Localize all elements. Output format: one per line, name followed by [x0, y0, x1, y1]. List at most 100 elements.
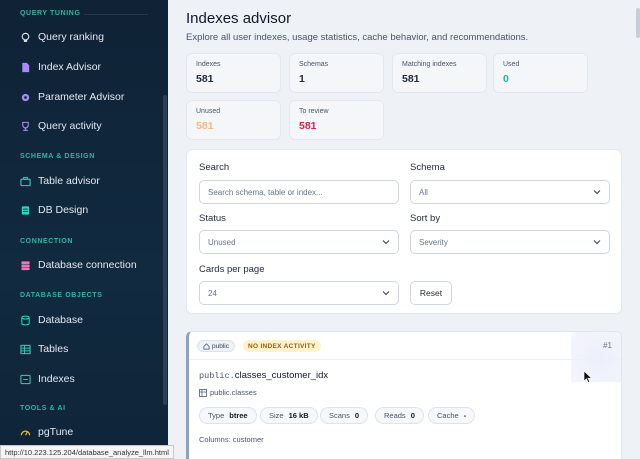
divider	[189, 359, 621, 360]
chevron-down-icon	[593, 190, 601, 195]
section-schema-design: SCHEMA & DESIGN	[20, 153, 95, 160]
page-subtitle: Explore all user indexes, usage statisti…	[186, 32, 529, 43]
size-chip: Size 16 kB	[260, 407, 318, 424]
chip-value: btree	[229, 411, 248, 420]
sidebar-item-label: Table advisor	[38, 175, 100, 187]
section-database-objects: DATABASE OBJECTS	[20, 292, 103, 299]
sidebar-item-label: Query activity	[38, 120, 102, 132]
status-label: Status	[199, 213, 226, 224]
sidebar-item-label: Tables	[38, 343, 69, 355]
page-title: Indexes advisor	[186, 10, 292, 27]
briefcase-icon	[20, 176, 31, 187]
stat-value: 581	[402, 73, 420, 85]
chip-value: 0	[354, 411, 360, 420]
sidebar-item-pgtune[interactable]: pgTune	[20, 421, 73, 443]
table-name: public.classes	[210, 388, 257, 397]
stat-card-to-review: To review 581	[289, 100, 384, 140]
sort-label: Sort by	[410, 213, 441, 224]
stat-value: 1	[299, 73, 305, 85]
status-badge: NO INDEX ACTIVITY	[243, 340, 321, 352]
sidebar-item-label: Parameter Advisor	[38, 91, 125, 103]
columns-line: Columns: customer	[199, 435, 264, 444]
sidebar-scrollbar[interactable]	[163, 95, 167, 405]
sidebar-item-table-advisor[interactable]: Table advisor	[20, 170, 100, 192]
chevron-down-icon	[593, 240, 601, 245]
stat-card-indexes: Indexes 581	[186, 53, 281, 93]
status-select-value: Unused	[208, 237, 236, 247]
schema-badge: public	[197, 340, 235, 352]
document-icon	[20, 62, 31, 73]
chip-label: Reads	[384, 411, 406, 420]
database-design-icon	[20, 205, 31, 216]
sidebar-item-label: Database	[38, 314, 83, 326]
trophy-icon	[20, 121, 31, 132]
stat-value: 0	[503, 73, 509, 85]
mouse-cursor-icon	[583, 370, 593, 383]
chip-value: 0	[410, 411, 415, 420]
chevron-down-icon	[382, 291, 390, 296]
chevron-down-icon	[382, 240, 390, 245]
sort-select[interactable]: Severity	[410, 230, 610, 254]
scans-chip: Scans 0	[320, 407, 369, 424]
search-label: Search	[199, 162, 230, 173]
chip-label: Scans	[329, 411, 350, 420]
sort-select-value: Severity	[419, 237, 448, 247]
rank-number: #1	[603, 341, 612, 350]
stat-card-matching: Matching indexes 581	[392, 53, 487, 93]
gauge-icon	[20, 427, 31, 438]
sidebar-item-query-ranking[interactable]: Query ranking	[20, 26, 104, 48]
stat-card-schemas: Schemas 1	[289, 53, 384, 93]
chip-value: -	[463, 411, 467, 420]
sidebar-item-index-advisor[interactable]: Index Advisor	[20, 56, 101, 78]
sidebar-item-database[interactable]: Database	[20, 309, 83, 331]
index-icon	[20, 374, 31, 385]
stat-label: Indexes	[196, 61, 221, 68]
search-input[interactable]: Search schema, table or index...	[199, 180, 399, 204]
server-icon	[20, 260, 31, 271]
sidebar: QUERY TUNING Query ranking Index Advisor…	[0, 0, 168, 459]
cards-per-page-label: Cards per page	[199, 264, 265, 275]
cards-per-page-select[interactable]: 24	[199, 281, 399, 305]
table-link[interactable]: public.classes	[199, 388, 257, 397]
lightbulb-icon	[20, 32, 31, 43]
sidebar-item-label: Query ranking	[38, 31, 104, 43]
type-chip: Type btree	[199, 407, 257, 424]
index-card[interactable]: public NO INDEX ACTIVITY #1 public.class…	[186, 331, 622, 459]
section-query-tuning: QUERY TUNING	[20, 10, 81, 17]
status-select[interactable]: Unused	[199, 230, 399, 254]
table-icon	[20, 344, 31, 355]
sidebar-item-indexes[interactable]: Indexes	[20, 368, 75, 390]
cache-chip: Cache -	[428, 407, 476, 424]
stat-label: Used	[503, 61, 520, 68]
chip-label: Size	[269, 411, 284, 420]
sidebar-item-label: pgTune	[38, 426, 74, 438]
main-content: Indexes advisor Explore all user indexes…	[170, 0, 640, 459]
decorative-blob	[571, 332, 621, 382]
stat-value: 581	[299, 120, 317, 132]
section-tools-ai: TOOLS & AI	[20, 405, 66, 412]
schema-label: Schema	[410, 162, 445, 173]
columns-value: customer	[232, 435, 264, 444]
reads-chip: Reads 0	[375, 407, 424, 424]
sidebar-item-query-activity[interactable]: Query activity	[20, 115, 102, 137]
stat-label: Unused	[196, 108, 221, 115]
reset-button[interactable]: Reset	[410, 281, 452, 305]
section-connection: CONNECTION	[20, 238, 74, 245]
gear-icon	[20, 92, 31, 103]
schema-select-value: All	[419, 187, 428, 197]
database-icon	[20, 315, 31, 326]
index-name[interactable]: public.classes_customer_idx	[199, 370, 328, 381]
sidebar-item-tables[interactable]: Tables	[20, 338, 68, 360]
schema-select[interactable]: All	[410, 180, 610, 204]
table-icon	[199, 388, 207, 397]
sidebar-item-database-connection[interactable]: Database connection	[20, 254, 137, 276]
link-status-bar: http://10.223.125.204/database_analyze_l…	[0, 445, 174, 459]
search-placeholder: Search schema, table or index...	[208, 187, 323, 197]
sidebar-item-db-design[interactable]: DB Design	[20, 199, 88, 221]
page-scrollbar[interactable]	[636, 8, 640, 38]
cards-per-page-value: 24	[208, 288, 217, 298]
index-schema-prefix: public.	[199, 371, 235, 381]
home-icon	[203, 342, 210, 350]
index-name-text: classes_customer_idx	[234, 370, 329, 381]
sidebar-item-parameter-advisor[interactable]: Parameter Advisor	[20, 86, 124, 108]
